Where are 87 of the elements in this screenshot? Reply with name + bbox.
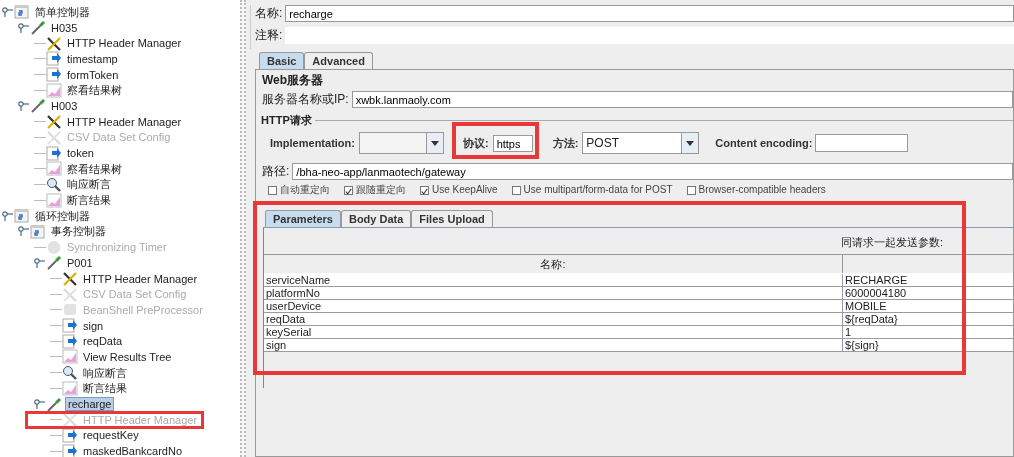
option-checkbox[interactable]: 跟随重定向 [344,185,406,195]
expand-handle-icon[interactable] [34,399,45,410]
implementation-label: Implementation: [270,137,355,149]
tree-item[interactable]: 简单控制器 [33,5,92,18]
tree-item[interactable]: H003 [49,99,80,112]
tree-item[interactable]: maskedBankcardNo [81,445,185,457]
encoding-label: Content encoding: [715,137,813,149]
name-field[interactable]: recharge [285,5,1014,22]
magnifier-icon [46,176,62,192]
tree-item[interactable]: 循环控制器 [33,209,92,222]
tree-item[interactable]: HTTP Header Manager [65,37,184,50]
params-caption: 同请求一起发送参数: [840,236,943,249]
protocol-label: 协议: [462,136,489,151]
tree-item[interactable]: recharge [65,397,115,412]
tree-item[interactable]: timestamp [65,52,120,65]
method-label: 方法: [552,135,579,151]
tree-item[interactable]: 响应断言 [65,178,113,191]
expand-handle-icon[interactable] [2,210,13,221]
tree-item[interactable]: HTTP Header Manager [81,272,200,285]
tree-item[interactable]: 察看结果树 [65,162,124,175]
caret-icon [425,133,443,153]
path-label: 路径: [262,163,290,180]
circle-icon [46,239,62,255]
tree-item[interactable]: requestKey [81,429,141,442]
pipette-icon [46,396,62,412]
tree-item[interactable]: 断言结果 [81,382,129,395]
tree-item[interactable]: 响应断言 [81,366,129,379]
tab[interactable]: Parameters [265,210,341,227]
option-checkbox[interactable]: 自动重定向 [268,185,330,195]
tree-item[interactable]: 察看结果树 [65,84,124,97]
tab[interactable]: Files Upload [411,210,493,227]
tree-item[interactable]: HTTP Header Manager [65,115,184,128]
method-dropdown[interactable]: POST [582,132,700,154]
expand-handle-icon[interactable] [34,257,45,268]
tree-item[interactable]: reqData [81,335,125,348]
crossed-tools-icon [46,129,62,145]
comment-label: 注释: [255,27,283,44]
block-icon [62,302,78,318]
expand-handle-icon[interactable] [18,226,29,237]
crossed-tools-icon [62,271,78,287]
pipette-icon [30,98,46,114]
option-checkbox[interactable]: Use KeepAlive [420,185,498,195]
section-title: HTTP请求 [260,112,313,128]
protocol-field[interactable]: https [492,135,533,152]
server-field[interactable]: xwbk.lanmaoly.com [351,91,1013,108]
check-mark-icon [345,186,352,196]
section-title: Web服务器 [262,73,325,87]
column-header: 名称: [264,254,843,274]
tree-item[interactable]: formToken [65,68,121,81]
path-field[interactable]: /bha-neo-app/lanmaotech/gateway [292,163,1013,180]
tree-item[interactable]: 断言结果 [65,194,113,207]
tree-item[interactable]: sign [81,319,106,332]
arrow-page-icon [62,427,78,443]
tree-item[interactable]: P001 [65,256,95,269]
tab[interactable]: Body Data [340,210,412,227]
pipette-icon [46,255,62,271]
pipette-icon [30,20,46,36]
tree-item[interactable]: 事务控制器 [49,225,108,238]
implementation-dropdown[interactable] [358,132,444,154]
tree-item[interactable]: token [65,147,96,160]
magnifier-icon [62,365,78,381]
option-checkbox[interactable]: Use multipart/form-data for POST [511,185,673,195]
check-mark-icon [421,186,428,196]
controller-icon [30,223,46,239]
arrow-page-icon [62,318,78,334]
expand-handle-icon[interactable] [18,100,29,111]
crossed-tools-icon [62,412,78,428]
expand-handle-icon[interactable] [2,6,13,17]
crossed-tools-icon [62,286,78,302]
arrow-page-icon [62,333,78,349]
encoding-field[interactable] [815,134,909,152]
arrow-page-icon [46,51,62,67]
tab[interactable]: Basic [259,52,305,69]
server-label: 服务器名称或IP: [262,91,349,108]
arrow-page-icon [46,67,62,83]
crossed-tools-icon [46,35,62,51]
expand-handle-icon[interactable] [18,22,29,33]
crossed-tools-icon [46,114,62,130]
caret-icon [681,133,699,153]
tree-item[interactable]: View Results Tree [81,350,174,363]
tree-item[interactable]: H035 [49,21,80,34]
tab[interactable]: Advanced [304,52,373,69]
arrow-page-icon [46,145,62,161]
name-label: 名称: [255,5,283,22]
controller-icon [14,208,30,224]
controller-icon [14,4,30,20]
option-checkbox[interactable]: Browser-compatible headers [686,185,826,195]
